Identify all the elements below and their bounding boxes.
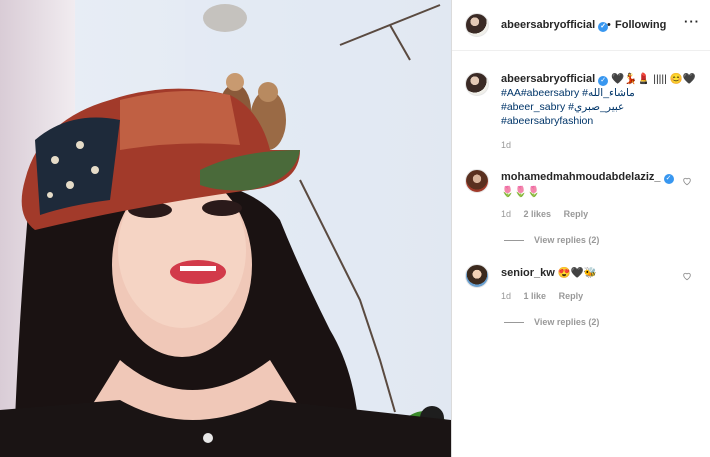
author-username[interactable]: abeersabryofficial ✓ <box>501 19 609 32</box>
replies-divider <box>504 322 524 324</box>
post-photo[interactable] <box>0 0 451 457</box>
heart-icon[interactable] <box>682 271 692 281</box>
comment-item: mohamedmahmoudabdelaziz_ ✓ <box>501 171 674 184</box>
caption-text: 🖤💃💄 ||||| 😊🖤 <box>611 73 696 85</box>
caption-hashtags-line-4[interactable]: #abeersabryfashion <box>501 115 593 127</box>
comment-avatar[interactable] <box>465 264 489 288</box>
comment-likes[interactable]: 2 likes <box>524 209 552 219</box>
caption-line-1: abeersabryofficial ✓ 🖤💃💄 ||||| 😊🖤 <box>501 72 696 86</box>
post-sidebar: abeersabryofficial ✓ • Following ··· abee… <box>452 0 710 457</box>
verified-badge-icon: ✓ <box>598 76 609 86</box>
photo-illustration <box>0 0 451 457</box>
comment-text: 🌷🌷🌷 <box>501 186 541 198</box>
caption-hashtags-line-2[interactable]: #AA#abeersabry #ماشاء_الله <box>501 87 635 99</box>
caption-timestamp[interactable]: 1d <box>501 140 511 150</box>
replies-divider <box>504 240 524 242</box>
comment-timestamp[interactable]: 1d <box>501 291 511 301</box>
reply-button[interactable]: Reply <box>559 291 584 301</box>
comment-username[interactable]: senior_kw <box>501 267 555 279</box>
verified-badge-icon: ✓ <box>663 174 674 184</box>
comment-timestamp[interactable]: 1d <box>501 209 511 219</box>
post-header: abeersabryofficial ✓ • Following ··· <box>452 0 710 51</box>
caption-hashtags-line-3[interactable]: #abeer_sabry #عبير_صبري <box>501 101 624 113</box>
comment-meta: 1d 2 likes Reply <box>501 209 598 219</box>
caption-username[interactable]: abeersabryofficial <box>501 73 595 85</box>
comment-avatar[interactable] <box>465 169 489 193</box>
reply-button[interactable]: Reply <box>564 209 589 219</box>
header-separator: • <box>607 19 611 31</box>
following-button[interactable]: Following <box>615 19 666 31</box>
comment-likes[interactable]: 1 like <box>524 291 547 301</box>
heart-icon[interactable] <box>682 176 692 186</box>
comment-username[interactable]: mohamedmahmoudabdelaziz_ <box>501 171 661 183</box>
comment-text: 😍🖤🐝 <box>557 267 597 279</box>
author-avatar[interactable] <box>465 13 489 37</box>
comment-item: senior_kw 😍🖤🐝 <box>501 266 597 279</box>
more-options-icon[interactable]: ··· <box>684 14 700 29</box>
caption-avatar[interactable] <box>465 72 489 96</box>
view-replies-button[interactable]: View replies (2) <box>504 235 599 245</box>
comment-meta: 1d 1 like Reply <box>501 291 593 301</box>
view-replies-button[interactable]: View replies (2) <box>504 317 599 327</box>
